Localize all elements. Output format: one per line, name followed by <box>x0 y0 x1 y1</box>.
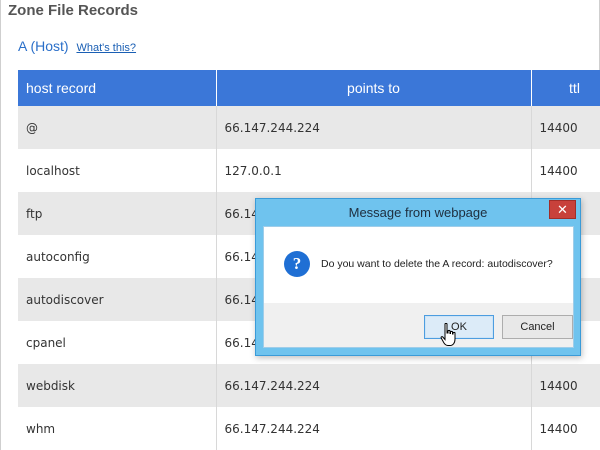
ttl-cell: 14400 <box>531 407 600 450</box>
host-cell: autoconfig <box>18 235 217 278</box>
dialog-message-area: ? Do you want to delete the A record: au… <box>264 227 573 303</box>
host-cell: ftp <box>18 192 217 235</box>
host-cell: @ <box>18 106 217 149</box>
hand-pointer-icon <box>440 323 456 346</box>
ok-button[interactable]: OK <box>424 315 494 339</box>
points-to-cell: 127.0.0.1 <box>216 149 532 192</box>
question-icon: ? <box>284 251 310 277</box>
section-label: A (Host) <box>18 38 69 54</box>
cancel-button[interactable]: Cancel <box>502 315 573 339</box>
host-cell: webdisk <box>18 364 217 407</box>
section-header: A (Host) What's this? <box>18 38 136 54</box>
ttl-cell: 14400 <box>531 364 600 407</box>
whats-this-link[interactable]: What's this? <box>76 42 136 54</box>
points-to-cell: 66.147.244.224 <box>216 407 532 450</box>
column-header-points-to[interactable]: points to <box>216 70 532 106</box>
page-border-left <box>0 0 1 450</box>
confirm-dialog: Message from webpage ✕ ? Do you want to … <box>255 198 581 356</box>
column-header-host-record[interactable]: host record <box>18 70 217 106</box>
page-title: Zone File Records <box>8 2 139 19</box>
table-row[interactable]: webdisk 66.147.244.224 14400 <box>18 364 600 407</box>
host-cell: localhost <box>18 149 217 192</box>
host-cell: autodiscover <box>18 278 217 321</box>
close-icon[interactable]: ✕ <box>549 200 576 219</box>
points-to-cell: 66.147.244.224 <box>216 364 532 407</box>
table-row[interactable]: whm 66.147.244.224 14400 <box>18 407 600 450</box>
host-cell: cpanel <box>18 321 217 364</box>
dialog-message: Do you want to delete the A record: auto… <box>321 258 553 270</box>
host-cell: whm <box>18 407 217 450</box>
column-header-ttl[interactable]: ttl <box>531 70 600 106</box>
table-row[interactable]: localhost 127.0.0.1 14400 <box>18 149 600 192</box>
ttl-cell: 14400 <box>531 106 600 149</box>
ttl-cell: 14400 <box>531 149 600 192</box>
points-to-cell: 66.147.244.224 <box>216 106 532 149</box>
dialog-title: Message from webpage <box>348 205 488 220</box>
dialog-body: ? Do you want to delete the A record: au… <box>263 226 574 348</box>
table-header-row: host record points to ttl <box>18 70 600 106</box>
table-row[interactable]: @ 66.147.244.224 14400 <box>18 106 600 149</box>
